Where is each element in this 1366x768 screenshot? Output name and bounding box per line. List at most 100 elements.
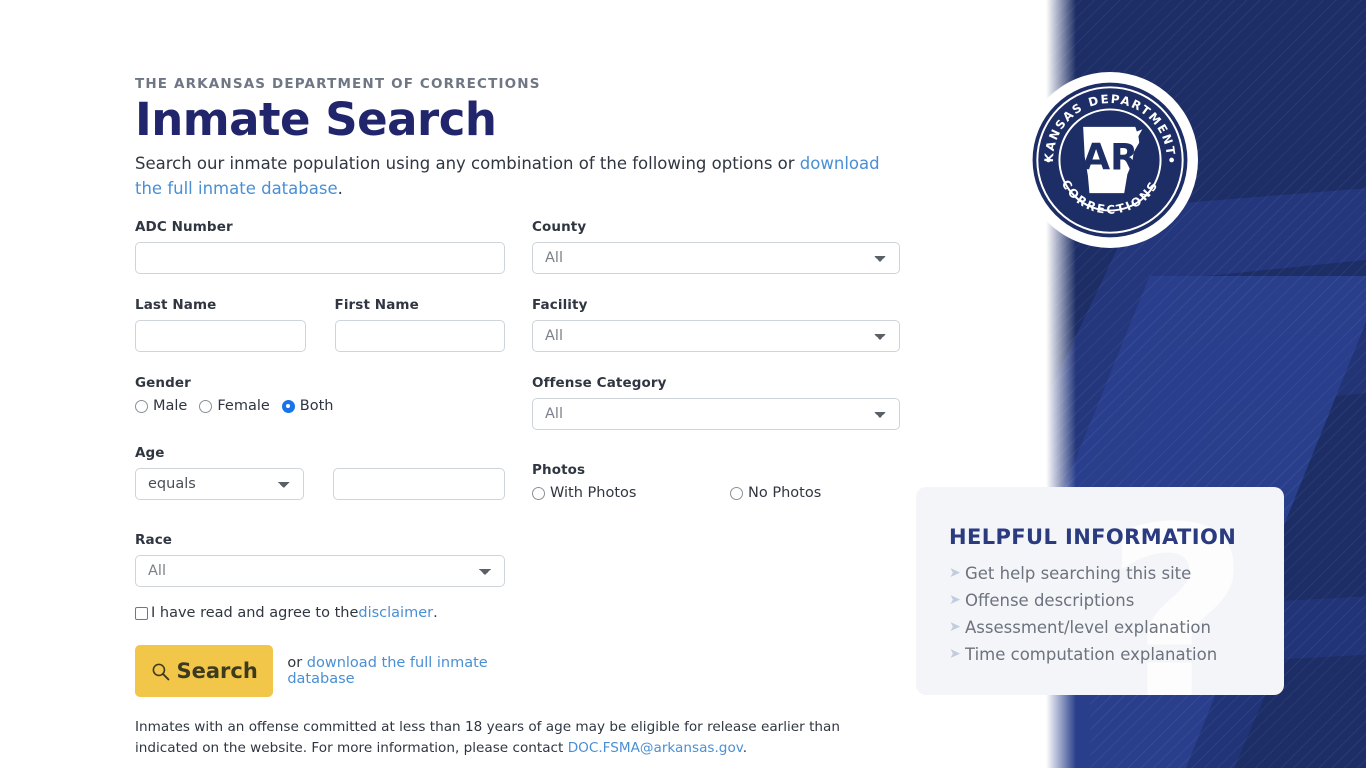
- field-facility: Facility All: [532, 297, 900, 353]
- radio-with-photos-icon[interactable]: [532, 486, 545, 500]
- inmate-search-page: ARKANSAS DEPARTMENT OF CORRECTIONS AR TH…: [0, 0, 1366, 768]
- radio-female-icon[interactable]: [199, 399, 213, 413]
- arrow-right-icon: ➤: [949, 619, 961, 635]
- help-label-1: Offense descriptions: [965, 591, 1135, 610]
- label-race: Race: [135, 532, 173, 549]
- search-button-label: Search: [176, 659, 258, 684]
- last-name-input[interactable]: [135, 320, 306, 353]
- gender-label-female: Female: [217, 398, 270, 415]
- or-prefix: or: [287, 655, 307, 672]
- lede-suffix: .: [337, 179, 343, 199]
- main-content: THE ARKANSAS DEPARTMENT OF CORRECTIONS I…: [135, 0, 925, 756]
- gender-option-male[interactable]: Male: [135, 398, 187, 414]
- seal-monogram: AR: [1082, 135, 1138, 178]
- field-photos: Photos With Photos No Photos: [532, 462, 900, 501]
- help-link-offense-descriptions[interactable]: ➤ Offense descriptions: [949, 588, 1284, 613]
- helpful-information-card: ? HELPFUL INFORMATION ➤ Get help searchi…: [916, 487, 1284, 695]
- label-offense-category: Offense Category: [532, 375, 667, 392]
- age-value-wrap: [333, 468, 505, 501]
- gender-label-male: Male: [153, 398, 188, 415]
- county-select[interactable]: All: [532, 242, 900, 275]
- photos-label-with: With Photos: [550, 485, 637, 502]
- arrow-right-icon: ➤: [949, 646, 961, 662]
- disclaimer-row: I have read and agree to the disclaimer.: [135, 605, 505, 621]
- gender-option-female[interactable]: Female: [199, 398, 270, 415]
- help-label-3: Time computation explanation: [965, 645, 1218, 664]
- disclaimer-suffix: .: [433, 605, 438, 622]
- photos-option-none[interactable]: No Photos: [730, 485, 821, 501]
- help-link-assessment-level[interactable]: ➤ Assessment/level explanation: [949, 615, 1284, 640]
- gender-option-both[interactable]: Both: [281, 398, 334, 415]
- gender-label-both: Both: [299, 398, 334, 415]
- field-county: County All: [532, 219, 900, 275]
- radio-both-icon[interactable]: [281, 399, 295, 413]
- facility-select[interactable]: All: [532, 320, 900, 353]
- footnote-suffix: .: [742, 740, 748, 757]
- page-title: Inmate Search: [135, 93, 497, 146]
- disclaimer-link[interactable]: disclaimer: [358, 605, 433, 621]
- label-photos: Photos: [532, 462, 586, 479]
- label-first-name: First Name: [334, 297, 419, 314]
- footnote-email-link[interactable]: DOC.FSMA@arkansas.gov: [568, 740, 743, 756]
- age-row: equals: [135, 468, 505, 501]
- age-value-input[interactable]: [333, 468, 505, 501]
- field-name-row: Last Name First Name: [135, 297, 505, 353]
- arrow-right-icon: ➤: [949, 565, 961, 581]
- field-age: Age equals: [135, 445, 505, 501]
- age-operator-wrap: equals: [135, 468, 304, 501]
- field-adc-number: ADC Number: [135, 219, 505, 275]
- field-gender: Gender Male Female Both: [135, 375, 505, 414]
- help-link-time-computation[interactable]: ➤ Time computation explanation: [949, 642, 1284, 667]
- radio-no-photos-icon[interactable]: [730, 486, 743, 500]
- helpful-information-inner: HELPFUL INFORMATION ➤ Get help searching…: [916, 487, 1284, 667]
- arkansas-department-of-corrections-seal-icon: ARKANSAS DEPARTMENT OF CORRECTIONS AR: [1031, 81, 1188, 238]
- age-operator-select[interactable]: equals: [135, 468, 304, 501]
- form-column-right: County All Facility All Offense Category: [532, 219, 900, 501]
- adc-number-input[interactable]: [135, 242, 505, 275]
- label-adc-number: ADC Number: [135, 219, 233, 236]
- label-gender: Gender: [135, 375, 191, 392]
- search-action-row: Search or download the full inmate datab…: [135, 645, 505, 698]
- helpful-information-title: HELPFUL INFORMATION: [949, 525, 1237, 549]
- page-eyebrow: THE ARKANSAS DEPARTMENT OF CORRECTIONS: [135, 76, 541, 92]
- field-offense-category: Offense Category All: [532, 375, 900, 431]
- arrow-right-icon: ➤: [949, 592, 961, 608]
- search-button[interactable]: Search: [135, 645, 274, 698]
- search-icon: [152, 663, 169, 681]
- download-database-link-bottom[interactable]: download the full inmate database: [287, 655, 487, 687]
- gender-radio-group: Male Female Both: [135, 398, 505, 414]
- photos-radio-group: With Photos No Photos: [532, 485, 900, 501]
- disclaimer-prefix: I have read and agree to the: [151, 605, 359, 622]
- label-facility: Facility: [532, 297, 588, 314]
- label-age: Age: [135, 445, 165, 462]
- offense-category-select[interactable]: All: [532, 398, 900, 431]
- help-label-2: Assessment/level explanation: [965, 618, 1211, 637]
- help-label-0: Get help searching this site: [965, 564, 1192, 583]
- field-race: Race All: [135, 532, 505, 588]
- or-download-text: or download the full inmate database: [287, 655, 505, 687]
- field-last-name: Last Name: [135, 297, 306, 353]
- photos-option-with[interactable]: With Photos: [532, 485, 730, 501]
- label-last-name: Last Name: [135, 297, 217, 314]
- disclaimer-checkbox[interactable]: [135, 606, 148, 620]
- help-link-get-help[interactable]: ➤ Get help searching this site: [949, 561, 1284, 586]
- photos-label-none: No Photos: [748, 485, 822, 502]
- lede-prefix: Search our inmate population using any c…: [135, 154, 800, 174]
- footnote-text: Inmates with an offense committed at les…: [135, 717, 885, 759]
- first-name-input[interactable]: [334, 320, 505, 353]
- label-county: County: [532, 219, 587, 236]
- form-column-left: ADC Number Last Name First Name Gender M…: [135, 219, 840, 759]
- field-first-name: First Name: [334, 297, 505, 353]
- radio-male-icon[interactable]: [135, 399, 148, 413]
- race-select[interactable]: All: [135, 555, 505, 588]
